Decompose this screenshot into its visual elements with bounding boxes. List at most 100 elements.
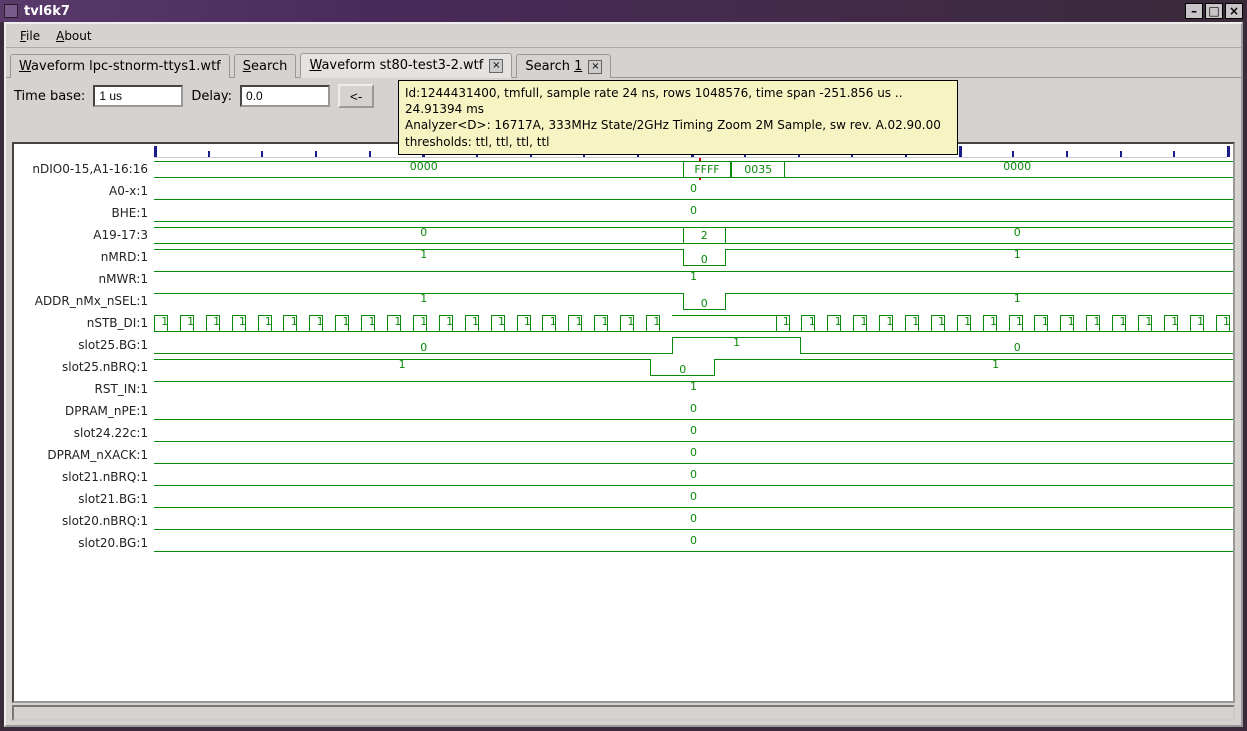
signal-value: 1 [627, 315, 634, 328]
minimize-button[interactable]: – [1185, 3, 1203, 19]
signal-value: 1 [524, 315, 531, 328]
menu-file[interactable]: File [12, 27, 48, 45]
signal-label[interactable]: RST_IN:1 [14, 382, 154, 396]
signal-value: 0 [690, 490, 697, 503]
signal-row: DPRAM_nPE:1 0 [14, 400, 1233, 422]
tooltip-line: Analyzer<D>: 16717A, 333MHz State/2GHz T… [405, 117, 951, 133]
signal-value: 0 [690, 204, 697, 217]
signal-row: slot20.nBRQ:1 0 [14, 510, 1233, 532]
signal-label[interactable]: nMWR:1 [14, 272, 154, 286]
signal-track[interactable]: 1 [154, 268, 1233, 290]
bus-value: FFFF [683, 161, 732, 178]
signal-track[interactable]: 0 [154, 466, 1233, 488]
signal-track[interactable]: 0 [154, 444, 1233, 466]
tab-search-1[interactable]: Search 1 × [516, 54, 611, 78]
signal-label[interactable]: DPRAM_nXACK:1 [14, 448, 154, 462]
menubar: File About [6, 24, 1241, 48]
signal-value: 0 [701, 297, 708, 310]
signal-value: 1 [860, 315, 867, 328]
signal-value: 1 [912, 315, 919, 328]
signal-value: 1 [1171, 315, 1178, 328]
waveform-area[interactable]: nDIO0-15,A1-16:16 0000 FFFF 0035 0000 A0… [12, 142, 1235, 703]
signal-value: 1 [265, 315, 272, 328]
signal-label[interactable]: slot25.BG:1 [14, 338, 154, 352]
signal-track[interactable]: 1 0 1 [154, 246, 1233, 268]
signal-label[interactable]: DPRAM_nPE:1 [14, 404, 154, 418]
signal-track[interactable]: 11111111111111111111111111111111111111 [154, 312, 1233, 334]
delay-label: Delay: [191, 89, 232, 104]
signal-value: 1 [420, 248, 427, 261]
signal-value: 1 [420, 292, 427, 305]
info-tooltip: Id:1244431400, tmfull, sample rate 24 ns… [398, 80, 958, 155]
signal-value: 0 [701, 253, 708, 266]
signal-track[interactable]: 0 [154, 510, 1233, 532]
tab-waveform-1[interactable]: Waveform lpc-stnorm-ttys1.wtf [10, 54, 230, 78]
signal-value: 1 [187, 315, 194, 328]
signal-value: 1 [835, 315, 842, 328]
signal-label[interactable]: A19-17:3 [14, 228, 154, 242]
signal-track[interactable]: 0 [154, 532, 1233, 554]
signal-label[interactable]: slot24.22c:1 [14, 426, 154, 440]
signal-label[interactable]: slot21.nBRQ:1 [14, 470, 154, 484]
signal-value: 1 [399, 358, 406, 371]
signal-row: slot25.nBRQ:1 1 0 1 [14, 356, 1233, 378]
maximize-button[interactable]: □ [1205, 3, 1223, 19]
signal-track[interactable]: 0 2 0 [154, 224, 1233, 246]
tab-waveform-2[interactable]: Waveform st80-test3-2.wtf × [300, 53, 512, 78]
signal-value: 1 [964, 315, 971, 328]
signal-value: 1 [576, 315, 583, 328]
tab-close-icon[interactable]: × [489, 59, 503, 73]
signal-row: RST_IN:1 1 [14, 378, 1233, 400]
signal-label[interactable]: BHE:1 [14, 206, 154, 220]
signal-track[interactable]: 0 [154, 400, 1233, 422]
signal-label[interactable]: nSTB_DI:1 [14, 316, 154, 330]
signal-value: 1 [213, 315, 220, 328]
signal-value: 0 [690, 534, 697, 547]
signal-label[interactable]: ADDR_nMx_nSEL:1 [14, 294, 154, 308]
signal-row: ADDR_nMx_nSEL:1 1 0 1 [14, 290, 1233, 312]
signal-label[interactable]: slot20.nBRQ:1 [14, 514, 154, 528]
signal-label[interactable]: A0-x:1 [14, 184, 154, 198]
signal-track[interactable]: 0000 FFFF 0035 0000 [154, 158, 1233, 180]
signal-value: 0 [679, 363, 686, 376]
signal-value: 1 [690, 380, 697, 393]
menu-about[interactable]: About [48, 27, 100, 45]
signal-track[interactable]: 0 [154, 180, 1233, 202]
signal-value: 1 [809, 315, 816, 328]
tab-label: Waveform lpc-stnorm-ttys1.wtf [19, 59, 221, 74]
signal-label[interactable]: nMRD:1 [14, 250, 154, 264]
app-frame: File About Waveform lpc-stnorm-ttys1.wtf… [4, 22, 1243, 727]
signal-value: 1 [1042, 315, 1049, 328]
signal-track[interactable]: 0 [154, 488, 1233, 510]
signal-list: nDIO0-15,A1-16:16 0000 FFFF 0035 0000 A0… [14, 158, 1233, 701]
signal-value: 1 [368, 315, 375, 328]
signal-value: 1 [1016, 315, 1023, 328]
bus-value: 0 [420, 226, 427, 239]
signal-label[interactable]: slot25.nBRQ:1 [14, 360, 154, 374]
tab-search-0[interactable]: Search [234, 54, 297, 78]
signal-track[interactable]: 1 [154, 378, 1233, 400]
signal-value: 0 [690, 446, 697, 459]
tooltip-line: Id:1244431400, tmfull, sample rate 24 ns… [405, 85, 951, 117]
signal-label[interactable]: slot20.BG:1 [14, 536, 154, 550]
signal-track[interactable]: 0 [154, 202, 1233, 224]
signal-value: 1 [472, 315, 479, 328]
signal-track[interactable]: 0 [154, 422, 1233, 444]
signal-value: 0 [690, 512, 697, 525]
delay-input[interactable] [240, 85, 330, 107]
signal-value: 1 [1014, 248, 1021, 261]
signal-row: nSTB_DI:1 111111111111111111111111111111… [14, 312, 1233, 334]
close-button[interactable]: × [1225, 3, 1243, 19]
signal-label[interactable]: nDIO0-15,A1-16:16 [14, 162, 154, 176]
signal-row: A0-x:1 0 [14, 180, 1233, 202]
signal-track[interactable]: 1 0 1 [154, 356, 1233, 378]
signal-row: DPRAM_nXACK:1 0 [14, 444, 1233, 466]
timebase-input[interactable] [93, 85, 183, 107]
signal-value: 1 [1094, 315, 1101, 328]
tab-close-icon[interactable]: × [588, 60, 602, 74]
bus-value: 0035 [731, 161, 785, 178]
signal-track[interactable]: 1 0 1 [154, 290, 1233, 312]
signal-label[interactable]: slot21.BG:1 [14, 492, 154, 506]
nav-prev-button[interactable]: <- [338, 84, 374, 108]
signal-track[interactable]: 0 1 0 [154, 334, 1233, 356]
